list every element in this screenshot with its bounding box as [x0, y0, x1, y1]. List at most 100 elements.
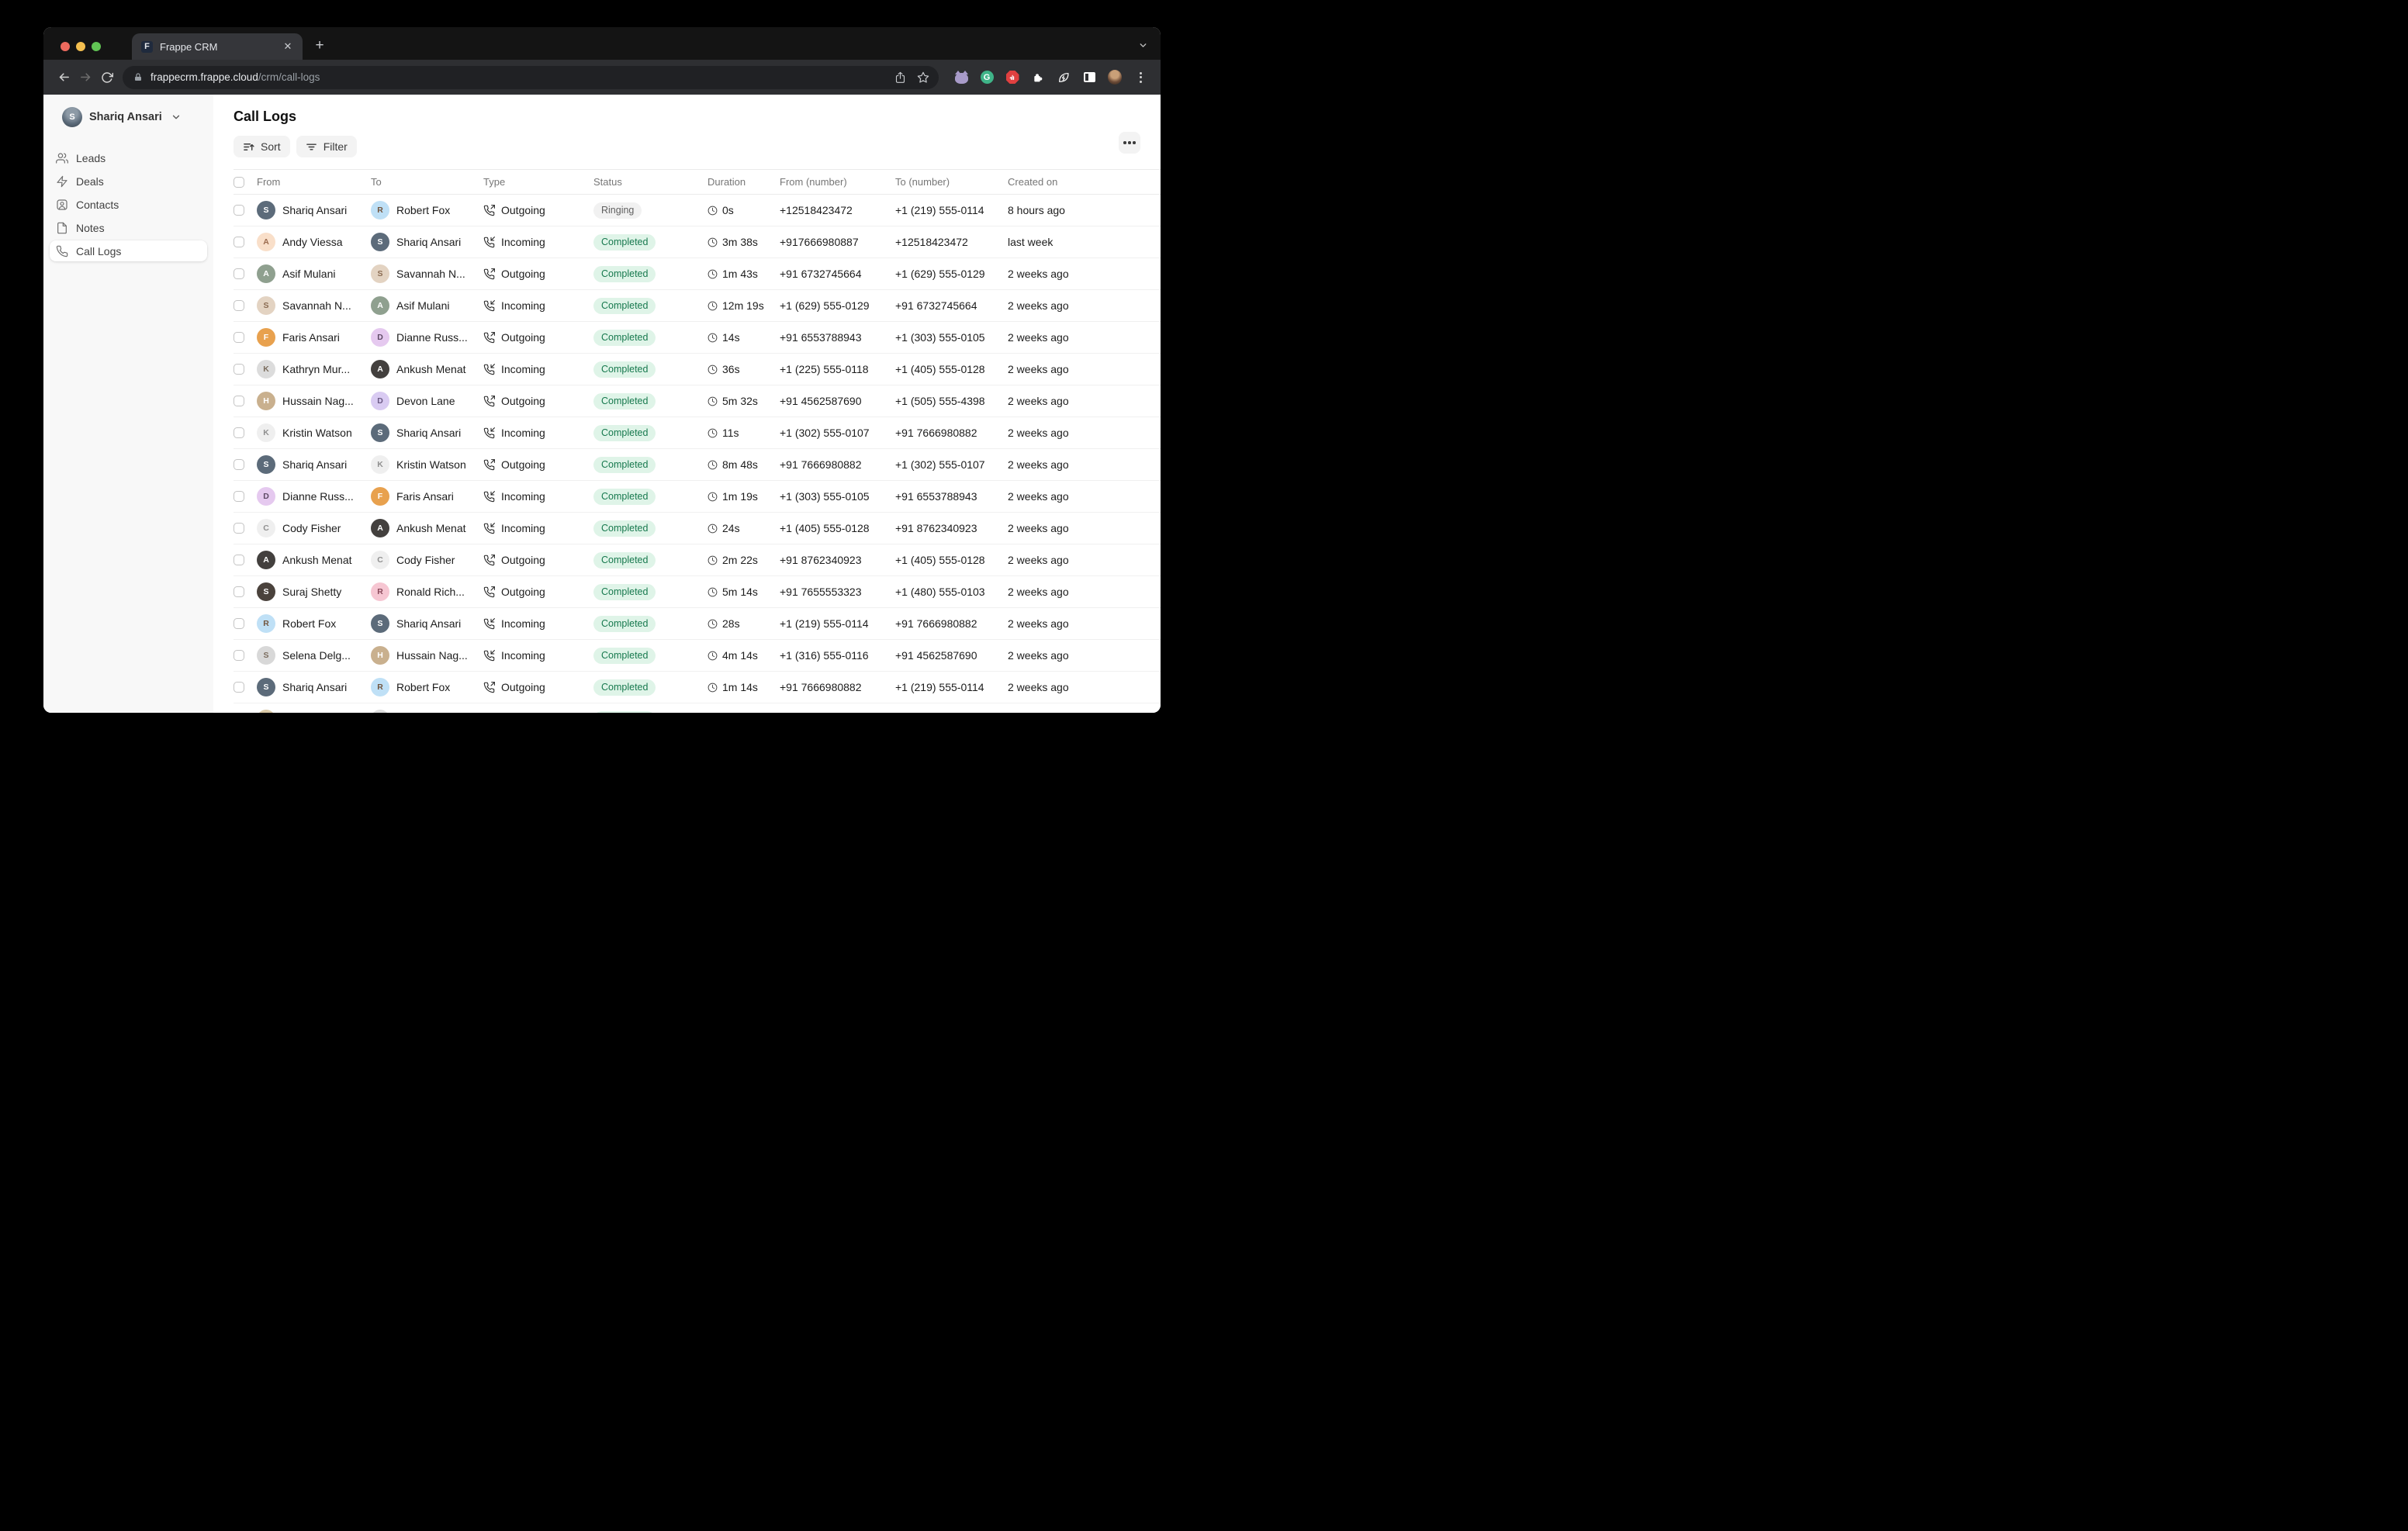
- energy-saver-icon[interactable]: [1057, 71, 1071, 85]
- sidebar-item-contacts[interactable]: Contacts: [50, 194, 207, 215]
- table-row[interactable]: KKathryn Mur...AAnkush MenatIncomingComp…: [234, 354, 1161, 385]
- zoom-window-button[interactable]: [92, 42, 101, 51]
- table-row[interactable]: FFaris AnsariDDianne Russ...OutgoingComp…: [234, 322, 1161, 354]
- from-number-cell: +91 6553788943: [780, 331, 895, 344]
- sidebar-item-deals[interactable]: Deals: [50, 171, 207, 192]
- row-checkbox[interactable]: [234, 682, 244, 693]
- row-checkbox-cell: [234, 332, 257, 343]
- browser-tab[interactable]: F Frappe CRM ✕: [132, 33, 303, 60]
- from-cell: SSuraj Shetty: [257, 582, 371, 601]
- to-avatar: A: [371, 519, 389, 537]
- bookmark-star-icon[interactable]: [917, 71, 929, 84]
- row-checkbox[interactable]: [234, 300, 244, 311]
- select-all-checkbox[interactable]: [234, 177, 244, 188]
- close-window-button[interactable]: [61, 42, 70, 51]
- octocat-extension-icon[interactable]: [954, 71, 968, 85]
- table-row[interactable]: CCody FisherAAnkush MenatIncomingComplet…: [234, 513, 1161, 544]
- from-name: Faris Ansari: [282, 331, 340, 344]
- adblock-extension-icon[interactable]: [1005, 71, 1019, 85]
- table-row[interactable]: SSelena Delg...HHussain Nag...IncomingCo…: [234, 640, 1161, 672]
- user-switcher[interactable]: S Shariq Ansari: [50, 105, 207, 129]
- row-checkbox[interactable]: [234, 491, 244, 502]
- type-cell: Outgoing: [483, 331, 593, 344]
- traffic-lights: [43, 42, 101, 60]
- minimize-window-button[interactable]: [76, 42, 85, 51]
- from-avatar: K: [257, 423, 275, 442]
- row-checkbox[interactable]: [234, 459, 244, 470]
- table-row[interactable]: AAnkush MenatCCody FisherOutgoingComplet…: [234, 544, 1161, 576]
- row-checkbox[interactable]: [234, 555, 244, 565]
- back-button[interactable]: [53, 67, 74, 88]
- to-cell: CCody Fisher: [371, 551, 483, 569]
- to-cell: KKristin Watson: [371, 455, 483, 474]
- more-options-button[interactable]: [1119, 132, 1140, 154]
- row-checkbox[interactable]: [234, 523, 244, 534]
- from-number-cell: +1 (225) 555-0118: [780, 363, 895, 375]
- menu-dots-icon[interactable]: [1133, 71, 1147, 85]
- grammarly-extension-icon[interactable]: G: [980, 71, 994, 85]
- row-checkbox-cell: [234, 523, 257, 534]
- row-checkbox[interactable]: [234, 237, 244, 247]
- from-name: Robert Fox: [282, 617, 336, 630]
- table-row[interactable]: Completed: [234, 703, 1161, 713]
- duration-value: 5m 14s: [722, 586, 758, 598]
- table-body: SShariq AnsariRRobert FoxOutgoingRinging…: [234, 195, 1161, 713]
- table-row[interactable]: DDianne Russ...FFaris AnsariIncomingComp…: [234, 481, 1161, 513]
- to-name: Kristin Watson: [396, 458, 466, 471]
- table-row[interactable]: SShariq AnsariKKristin WatsonOutgoingCom…: [234, 449, 1161, 481]
- share-icon[interactable]: [894, 71, 906, 84]
- sort-button[interactable]: Sort: [234, 136, 290, 157]
- sidebar-icon[interactable]: [1082, 71, 1096, 85]
- status-cell: Completed: [593, 425, 708, 441]
- from-avatar: A: [257, 551, 275, 569]
- table-row[interactable]: AAsif MulaniSSavannah N...OutgoingComple…: [234, 258, 1161, 290]
- new-tab-button[interactable]: +: [309, 35, 330, 57]
- tab-overview-chevron-icon[interactable]: [1138, 40, 1148, 50]
- row-checkbox[interactable]: [234, 205, 244, 216]
- extensions-puzzle-icon[interactable]: [1031, 71, 1045, 85]
- clock-icon: [708, 428, 718, 438]
- type-label: Outgoing: [501, 586, 545, 598]
- created-on-cell: 2 weeks ago: [1008, 458, 1161, 471]
- row-checkbox[interactable]: [234, 396, 244, 406]
- to-avatar: S: [371, 423, 389, 442]
- table-row[interactable]: SSuraj ShettyRRonald Rich...OutgoingComp…: [234, 576, 1161, 608]
- row-checkbox[interactable]: [234, 268, 244, 279]
- table-row[interactable]: KKristin WatsonSShariq AnsariIncomingCom…: [234, 417, 1161, 449]
- table-row[interactable]: AAndy ViessaSShariq AnsariIncomingComple…: [234, 226, 1161, 258]
- to-number-cell: +1 (219) 555-0114: [895, 681, 1008, 693]
- from-cell: DDianne Russ...: [257, 487, 371, 506]
- table-row[interactable]: SSavannah N...AAsif MulaniIncomingComple…: [234, 290, 1161, 322]
- table-row[interactable]: SShariq AnsariRRobert FoxOutgoingRinging…: [234, 195, 1161, 226]
- from-name: Dianne Russ...: [282, 490, 354, 503]
- filter-button[interactable]: Filter: [296, 136, 357, 157]
- row-checkbox[interactable]: [234, 427, 244, 438]
- forward-button[interactable]: [74, 67, 96, 88]
- sidebar-item-notes[interactable]: Notes: [50, 217, 207, 238]
- to-number-cell: +91 6732745664: [895, 299, 1008, 312]
- from-avatar: S: [257, 296, 275, 315]
- sidebar-item-leads[interactable]: Leads: [50, 147, 207, 168]
- tab-close-icon[interactable]: ✕: [281, 40, 295, 54]
- to-avatar: C: [371, 551, 389, 569]
- url-bar[interactable]: frappecrm.frappe.cloud/crm/call-logs: [123, 66, 939, 89]
- table-row[interactable]: RRobert FoxSShariq AnsariIncomingComplet…: [234, 608, 1161, 640]
- from-number-cell: +12518423472: [780, 204, 895, 216]
- duration-cell: 12m 19s: [708, 299, 780, 312]
- from-avatar: F: [257, 328, 275, 347]
- reload-button[interactable]: [96, 67, 118, 88]
- table-row[interactable]: SShariq AnsariRRobert FoxOutgoingComplet…: [234, 672, 1161, 703]
- from-cell: SShariq Ansari: [257, 455, 371, 474]
- table-row[interactable]: HHussain Nag...DDevon LaneOutgoingComple…: [234, 385, 1161, 417]
- row-checkbox[interactable]: [234, 586, 244, 597]
- to-avatar: S: [371, 264, 389, 283]
- row-checkbox[interactable]: [234, 364, 244, 375]
- row-checkbox[interactable]: [234, 650, 244, 661]
- from-name: Savannah N...: [282, 299, 351, 312]
- sidebar-item-call-logs[interactable]: Call Logs: [50, 240, 207, 261]
- clock-icon: [708, 237, 718, 247]
- duration-cell: 11s: [708, 427, 780, 439]
- profile-avatar[interactable]: [1108, 71, 1122, 85]
- row-checkbox[interactable]: [234, 332, 244, 343]
- row-checkbox[interactable]: [234, 618, 244, 629]
